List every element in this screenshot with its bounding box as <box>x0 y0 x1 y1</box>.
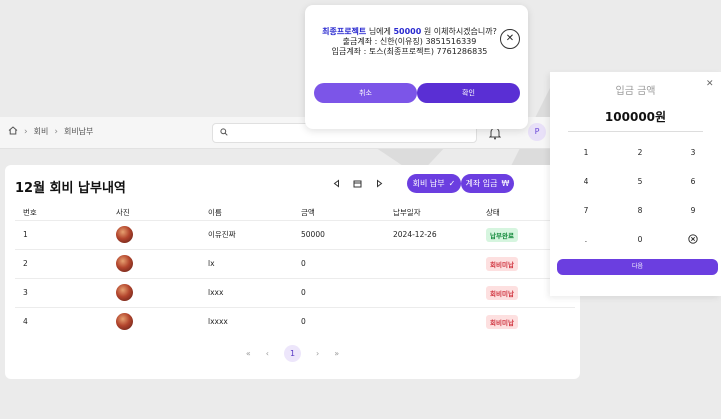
status-badge: 회비미납 <box>486 285 518 300</box>
row-number: 4 <box>15 306 108 336</box>
amount: 50000 <box>293 219 385 249</box>
page-number-current[interactable]: 1 <box>284 345 301 362</box>
table-row[interactable]: 2 lx 0 회비미납 <box>15 248 575 278</box>
confirm-message: 최종프로젝트 님에게 50000 원 이체하시겠습니까? 출금계좌 : 신한(이… <box>317 27 502 57</box>
table-row[interactable]: 4 lxxxx 0 회비미납 <box>15 306 575 336</box>
page-title: 12월 회비 납부내역 <box>15 181 126 196</box>
payment-date <box>385 248 478 278</box>
key-4[interactable]: 4 <box>566 177 606 186</box>
to-account: 입금계좌 : 토스(최종프로젝트) 7761286835 <box>331 47 488 56</box>
member-photo <box>116 226 133 243</box>
key-6[interactable]: 6 <box>673 177 713 186</box>
amount: 0 <box>293 306 385 336</box>
next-page-button[interactable]: › <box>316 349 319 358</box>
member-name: lx <box>200 248 293 278</box>
backspace-icon[interactable] <box>673 234 713 246</box>
row-number: 1 <box>15 219 108 249</box>
key-9[interactable]: 9 <box>673 206 713 215</box>
deposit-keypad-panel: 입금 금액 ✕ 100000원 1 2 3 4 5 6 7 8 9 . 0 다음 <box>550 72 721 296</box>
deposit-amount: 100000원 <box>568 108 703 132</box>
transfer-amount: 50000 <box>393 27 422 36</box>
member-name: lxxxx <box>200 306 293 336</box>
prev-month-icon[interactable] <box>332 179 341 191</box>
table-row[interactable]: 3 lxxx 0 회비미납 <box>15 277 575 307</box>
first-page-button[interactable]: « <box>246 349 251 358</box>
search-icon <box>220 128 228 139</box>
confirm-button[interactable]: 확인 <box>417 83 520 103</box>
key-dot[interactable]: . <box>566 235 606 244</box>
account-deposit-button[interactable]: 계좌 입금 ₩ <box>461 174 514 193</box>
keypad-title: 입금 금액 <box>615 86 656 97</box>
chevron-right-icon: › <box>54 126 58 137</box>
key-1[interactable]: 1 <box>566 148 606 157</box>
payment-date: 2024-12-26 <box>385 219 478 249</box>
key-5[interactable]: 5 <box>620 177 660 186</box>
key-0[interactable]: 0 <box>620 235 660 244</box>
recipient-name: 최종프로젝트 <box>322 27 367 36</box>
member-name: 이유진짜 <box>200 219 293 249</box>
from-account: 출금계좌 : 신한(이유징) 3851516339 <box>342 37 477 46</box>
pay-dues-button[interactable]: 회비 납부 ✓ <box>407 174 461 193</box>
close-icon[interactable]: ✕ <box>706 79 714 89</box>
column-header: 번호 <box>23 207 37 217</box>
row-number: 2 <box>15 248 108 278</box>
pagination: « ‹ 1 › » <box>5 345 580 362</box>
dues-table: 번호 사진 이름 금액 납부일자 상태 1 이유진짜 50000 2024-12… <box>15 205 575 336</box>
key-7[interactable]: 7 <box>566 206 606 215</box>
status-badge: 납부완료 <box>486 227 518 242</box>
transfer-confirm-dialog: 최종프로젝트 님에게 50000 원 이체하시겠습니까? 출금계좌 : 신한(이… <box>305 5 528 129</box>
key-3[interactable]: 3 <box>673 148 713 157</box>
key-8[interactable]: 8 <box>620 206 660 215</box>
pay-dues-label: 회비 납부 <box>412 179 445 188</box>
amount: 0 <box>293 277 385 307</box>
row-number: 3 <box>15 277 108 307</box>
breadcrumb: › 회비 › 회비납부 <box>8 126 93 137</box>
amount: 0 <box>293 248 385 278</box>
column-header: 금액 <box>301 207 315 217</box>
status-badge: 회비미납 <box>486 314 518 329</box>
payment-date <box>385 306 478 336</box>
column-header: 납부일자 <box>393 207 421 217</box>
message-text: 님에게 <box>366 27 394 36</box>
prev-page-button[interactable]: ‹ <box>266 349 269 358</box>
dues-card: 12월 회비 납부내역 회비 납부 ✓ 계좌 입금 ₩ 번호 사진 이름 금액 … <box>5 165 580 379</box>
check-icon: ✓ <box>448 179 456 188</box>
next-month-icon[interactable] <box>375 179 384 191</box>
cancel-button[interactable]: 취소 <box>314 83 417 103</box>
close-icon[interactable]: ✕ <box>500 29 520 49</box>
table-row[interactable]: 1 이유진짜 50000 2024-12-26 납부완료 <box>15 219 575 249</box>
message-text: 원 이체하시겠습니까? <box>421 27 497 36</box>
key-2[interactable]: 2 <box>620 148 660 157</box>
next-button[interactable]: 다음 <box>557 259 718 275</box>
profile-avatar[interactable]: P <box>528 123 546 141</box>
breadcrumb-item[interactable]: 회비납부 <box>64 126 93 137</box>
account-deposit-label: 계좌 입금 <box>465 179 498 188</box>
column-header: 사진 <box>116 207 130 217</box>
home-icon[interactable] <box>8 126 18 137</box>
payment-date <box>385 277 478 307</box>
status-badge: 회비미납 <box>486 256 518 271</box>
chevron-right-icon: › <box>24 126 28 137</box>
member-photo <box>116 284 133 301</box>
won-icon: ₩ <box>501 179 510 188</box>
member-photo <box>116 313 133 331</box>
breadcrumb-item[interactable]: 회비 <box>34 126 49 137</box>
member-photo <box>116 255 133 272</box>
column-header: 이름 <box>208 207 222 217</box>
calendar-icon[interactable] <box>353 179 362 191</box>
last-page-button[interactable]: » <box>334 349 339 358</box>
member-name: lxxx <box>200 277 293 307</box>
